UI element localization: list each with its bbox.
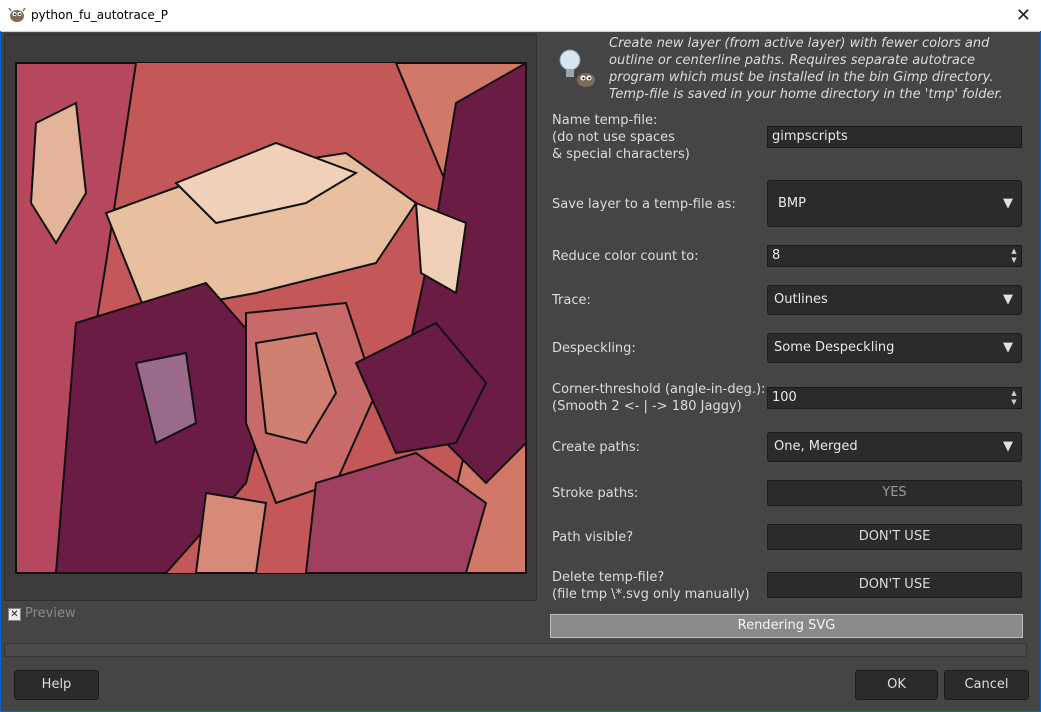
preview-checkbox[interactable]: ✕ [8, 608, 21, 621]
corner-threshold-spinner[interactable]: 100 ▲ ▼ [767, 387, 1022, 409]
help-button[interactable]: Help [14, 670, 99, 700]
despeckling-label: Despeckling: [552, 341, 636, 356]
corner-label-line2: (Smooth 2 <- | -> 180 Jaggy) [552, 399, 742, 414]
horizontal-scrollbar[interactable] [4, 643, 1027, 657]
temp-name-label-line3: & special characters) [552, 147, 690, 162]
gimp-icon [8, 7, 26, 22]
temp-name-input[interactable]: gimpscripts [767, 126, 1022, 148]
color-count-label: Reduce color count to: [552, 249, 699, 264]
delete-temp-label-line1: Delete temp-file? [552, 570, 665, 585]
close-icon[interactable]: ✕ [1016, 5, 1031, 26]
corner-threshold-label: Corner-threshold (angle-in-deg.): (Smoot… [552, 381, 765, 415]
progress-bar: Rendering SVG [550, 614, 1023, 638]
save-as-value: BMP [778, 196, 806, 211]
create-paths-select[interactable]: One, Merged ▼ [767, 432, 1022, 462]
chevron-down-icon: ▼ [1003, 439, 1013, 454]
path-visible-label: Path visible? [552, 530, 634, 545]
despeckling-value: Some Despeckling [774, 340, 895, 355]
create-paths-value: One, Merged [774, 439, 858, 454]
temp-name-label-line1: Name temp-file: [552, 113, 658, 128]
path-visible-toggle[interactable]: DON'T USE [767, 524, 1022, 550]
color-count-value: 8 [772, 248, 781, 263]
chevron-down-icon: ▼ [1003, 292, 1013, 307]
delete-temp-label: Delete temp-file? (file tmp \*.svg only … [552, 569, 750, 603]
window-title: python_fu_autotrace_P [31, 8, 169, 22]
ok-button[interactable]: OK [855, 670, 938, 700]
stroke-paths-label: Stroke paths: [552, 486, 639, 501]
lightbulb-icon [559, 49, 595, 87]
save-as-select[interactable]: BMP ▼ [767, 180, 1022, 227]
despeckling-select[interactable]: Some Despeckling ▼ [767, 333, 1022, 363]
corner-threshold-value: 100 [772, 390, 797, 405]
save-as-label: Save layer to a temp-file as: [552, 197, 736, 212]
trace-label: Trace: [552, 293, 591, 308]
title-bar: python_fu_autotrace_P ✕ [0, 0, 1041, 32]
create-paths-label: Create paths: [552, 440, 641, 455]
preview-artwork [16, 63, 526, 573]
spinner-arrows-icon[interactable]: ▲ ▼ [1009, 389, 1019, 407]
temp-name-label-line2: (do not use spaces [552, 130, 675, 145]
chevron-down-icon: ▼ [1003, 196, 1013, 211]
delete-temp-label-line2: (file tmp \*.svg only manually) [552, 587, 750, 602]
cancel-button[interactable]: Cancel [944, 670, 1029, 700]
color-count-spinner[interactable]: 8 ▲ ▼ [767, 245, 1022, 267]
trace-select[interactable]: Outlines ▼ [767, 285, 1022, 315]
chevron-down-icon: ▼ [1003, 340, 1013, 355]
spinner-arrows-icon[interactable]: ▲ ▼ [1009, 247, 1019, 265]
delete-temp-toggle[interactable]: DON'T USE [767, 572, 1022, 598]
temp-name-label: Name temp-file: (do not use spaces & spe… [552, 112, 690, 163]
plugin-description: Create new layer (from active layer) wit… [609, 36, 1003, 102]
corner-label-line1: Corner-threshold (angle-in-deg.): [552, 382, 766, 397]
trace-value: Outlines [774, 292, 828, 307]
preview-label: Preview [25, 606, 76, 621]
stroke-paths-toggle[interactable]: YES [767, 480, 1022, 506]
preview-image [15, 62, 527, 574]
